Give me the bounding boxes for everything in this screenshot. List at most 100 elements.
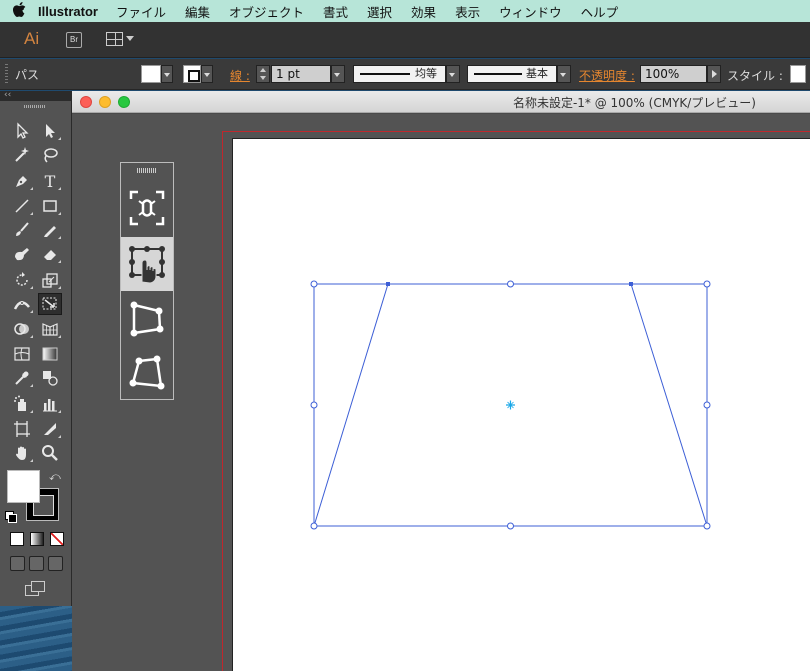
- paintbrush-icon: [16, 222, 29, 236]
- close-window-button[interactable]: [80, 96, 92, 108]
- opacity-label[interactable]: 不透明度 :: [579, 67, 635, 84]
- gradient-mode-button[interactable]: [30, 532, 44, 546]
- rectangle-icon: [43, 200, 57, 212]
- bbox-handle-top-left[interactable]: [310, 280, 318, 288]
- type-tool[interactable]: T: [38, 170, 62, 192]
- panel-grip[interactable]: [5, 64, 8, 84]
- perspective-grid-tool[interactable]: [38, 318, 62, 340]
- arrow-icon: [17, 122, 29, 139]
- fill-dropdown[interactable]: [161, 65, 173, 83]
- pencil-tool[interactable]: [38, 219, 62, 241]
- menu-effect[interactable]: 効果: [411, 2, 436, 21]
- variable-width-dropdown[interactable]: [446, 65, 460, 83]
- bbox-handle-bottom[interactable]: [507, 522, 514, 530]
- column-graph-tool[interactable]: [38, 393, 62, 415]
- artwork-layer: [310, 280, 711, 530]
- bbox-handle-bottom-left[interactable]: [310, 522, 318, 530]
- draw-inside-button[interactable]: [48, 556, 63, 571]
- stroke-dropdown[interactable]: [201, 65, 213, 83]
- apple-icon[interactable]: [0, 1, 38, 21]
- document-titlebar[interactable]: 名称未設定-1* @ 100% (CMYK/プレビュー): [72, 91, 810, 113]
- draw-behind-button[interactable]: [29, 556, 44, 571]
- shape-builder-tool[interactable]: [10, 318, 34, 340]
- magic-wand-tool[interactable]: [10, 144, 34, 166]
- selection-tool[interactable]: [10, 120, 34, 142]
- artboard-tool[interactable]: [10, 418, 34, 440]
- anchor-point[interactable]: [629, 282, 633, 286]
- direct-selection-tool[interactable]: [38, 120, 62, 142]
- symbol-sprayer-icon: [14, 395, 26, 411]
- fill-swatch[interactable]: [141, 65, 161, 83]
- eraser-tool[interactable]: [38, 243, 62, 265]
- bbox-handle-top-right[interactable]: [703, 280, 711, 288]
- rectangle-tool[interactable]: [38, 195, 62, 217]
- menu-object[interactable]: オブジェクト: [229, 2, 304, 21]
- draw-normal-button[interactable]: [10, 556, 25, 571]
- rotate-tool[interactable]: [10, 269, 34, 291]
- free-transform-tool[interactable]: [38, 293, 62, 315]
- brush-label: 基本: [526, 67, 548, 80]
- desktop-background: [0, 606, 72, 671]
- rotate-icon: [16, 272, 28, 286]
- brush-definition[interactable]: 基本: [467, 65, 557, 83]
- eraser-icon: [44, 250, 56, 260]
- mesh-tool[interactable]: [10, 343, 34, 365]
- zoom-tool[interactable]: [38, 442, 62, 464]
- none-mode-button[interactable]: [50, 532, 64, 546]
- opacity-slider-button[interactable]: [707, 65, 721, 83]
- opacity-input[interactable]: 100%: [640, 65, 707, 83]
- hand-tool[interactable]: [10, 442, 34, 464]
- bbox-handle-left[interactable]: [310, 401, 318, 409]
- lasso-tool[interactable]: [38, 144, 62, 166]
- gradient-tool[interactable]: [38, 343, 62, 365]
- stroke-weight-dropdown[interactable]: [331, 65, 345, 83]
- menu-view[interactable]: 表示: [455, 2, 480, 21]
- menu-help[interactable]: ヘルプ: [581, 2, 619, 21]
- tools-panel-header[interactable]: ‹‹: [0, 90, 72, 101]
- graphic-style-swatch[interactable]: [790, 65, 806, 83]
- pen-tool[interactable]: [10, 170, 34, 192]
- arrange-documents-button[interactable]: [106, 32, 134, 48]
- width-tool[interactable]: [10, 293, 34, 315]
- canvas-area[interactable]: [72, 114, 810, 671]
- app-name-menu[interactable]: Illustrator: [38, 4, 98, 19]
- menu-edit[interactable]: 編集: [185, 2, 210, 21]
- pen-icon: [16, 176, 27, 187]
- magic-wand-icon: [15, 147, 29, 162]
- bbox-handle-right[interactable]: [703, 401, 711, 409]
- scale-tool[interactable]: [38, 269, 62, 291]
- slice-tool[interactable]: [38, 418, 62, 440]
- symbol-sprayer-tool[interactable]: [10, 393, 34, 415]
- tools-grip[interactable]: [24, 105, 46, 108]
- eyedropper-tool[interactable]: [10, 367, 34, 389]
- menu-file[interactable]: ファイル: [116, 2, 166, 21]
- collapse-panel-icon[interactable]: ‹‹: [4, 90, 11, 100]
- fill-color-box[interactable]: [7, 470, 40, 503]
- menu-select[interactable]: 選択: [367, 2, 392, 21]
- bbox-handle-top[interactable]: [507, 280, 514, 288]
- anchor-point[interactable]: [386, 282, 390, 286]
- variable-width-profile[interactable]: 均等: [353, 65, 446, 83]
- document-title: 名称未設定-1* @ 100% (CMYK/プレビュー): [512, 96, 756, 110]
- brush-dropdown[interactable]: [557, 65, 571, 83]
- zoom-window-button[interactable]: [118, 96, 130, 108]
- blob-brush-tool[interactable]: [10, 243, 34, 265]
- swap-fill-stroke-icon[interactable]: ⤺: [49, 470, 61, 484]
- bbox-handle-bottom-right[interactable]: [703, 522, 711, 530]
- blend-tool[interactable]: [38, 367, 62, 389]
- stroke-swatch[interactable]: [183, 65, 201, 83]
- type-icon: T: [44, 171, 56, 191]
- illustrator-logo: Ai: [24, 29, 40, 48]
- screen-mode-button[interactable]: [25, 581, 45, 596]
- color-mode-button[interactable]: [10, 532, 24, 546]
- minimize-window-button[interactable]: [99, 96, 111, 108]
- paintbrush-tool[interactable]: [10, 219, 34, 241]
- stroke-weight-input[interactable]: 1 pt: [271, 65, 331, 83]
- stroke-weight-stepper[interactable]: [256, 65, 270, 83]
- menu-type[interactable]: 書式: [323, 2, 348, 21]
- stroke-label[interactable]: 線 :: [230, 67, 250, 84]
- default-fill-stroke-icon[interactable]: [5, 511, 17, 523]
- line-segment-tool[interactable]: [10, 195, 34, 217]
- bridge-button[interactable]: Br: [66, 32, 82, 48]
- menu-window[interactable]: ウィンドウ: [499, 2, 562, 21]
